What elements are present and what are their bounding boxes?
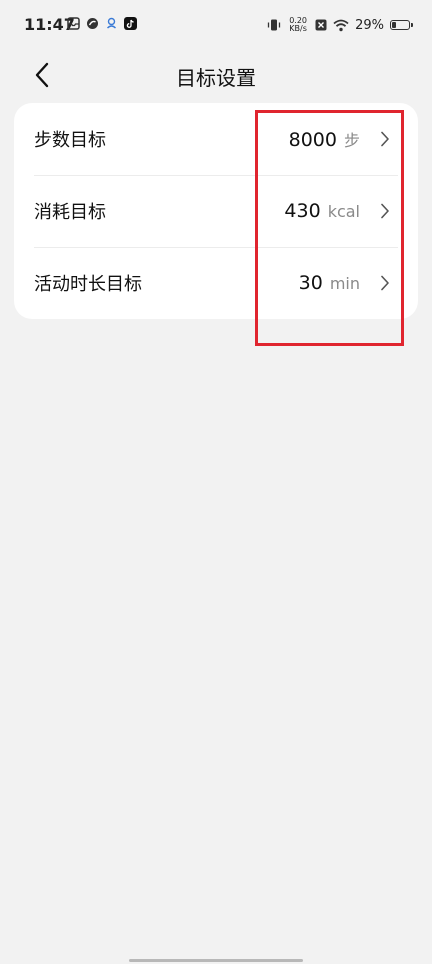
battery-percent: 29%: [355, 17, 384, 33]
activity-time-goal-unit: min: [329, 274, 360, 293]
battery-icon: [390, 20, 413, 30]
activity-time-goal-label: 活动时长目标: [34, 274, 142, 295]
battery-level: [392, 22, 396, 28]
calorie-goal-unit: kcal: [327, 202, 360, 221]
chevron-right-icon: [381, 275, 389, 291]
step-goal-unit: 步: [343, 131, 360, 150]
notification-icons: [67, 17, 137, 30]
sync-icon: [87, 18, 98, 29]
system-status: 0.20 KB/s 29%: [267, 14, 413, 36]
goals-card: 步数目标 8000 步 消耗目标 430 kcal 活动时长目标 30 min: [14, 103, 418, 319]
chevron-right-icon: [381, 203, 389, 219]
chevron-right-icon: [381, 131, 389, 147]
wifi-icon: [333, 19, 349, 31]
status-bar: 11:47 0.20 KB/s 29%: [0, 0, 432, 52]
step-goal-row[interactable]: 步数目标 8000 步: [14, 103, 418, 175]
calorie-goal-value-group: 430 kcal: [284, 200, 360, 222]
step-goal-value-group: 8000 步: [289, 127, 360, 151]
calorie-goal-label: 消耗目标: [34, 202, 106, 223]
inbox-icon: [67, 17, 80, 30]
calorie-goal-row[interactable]: 消耗目标 430 kcal: [14, 175, 418, 247]
cloud-app-icon: [107, 17, 116, 29]
network-speed-unit: KB/s: [289, 24, 307, 33]
step-goal-label: 步数目标: [34, 130, 106, 151]
activity-time-goal-row[interactable]: 活动时长目标 30 min: [14, 247, 418, 319]
step-goal-value: 8000: [288, 129, 337, 151]
activity-time-goal-value-group: 30 min: [299, 272, 360, 294]
network-speed: 0.20 KB/s: [287, 17, 309, 33]
home-indicator: [129, 959, 303, 962]
page-title: 目标设置: [176, 66, 256, 90]
page-header: 目标设置: [0, 52, 432, 98]
calorie-goal-value: 430: [284, 200, 321, 222]
tiktok-icon: [124, 17, 137, 30]
vibrate-icon: [267, 19, 281, 31]
no-sim-icon: [315, 19, 327, 31]
activity-time-goal-value: 30: [298, 272, 323, 294]
